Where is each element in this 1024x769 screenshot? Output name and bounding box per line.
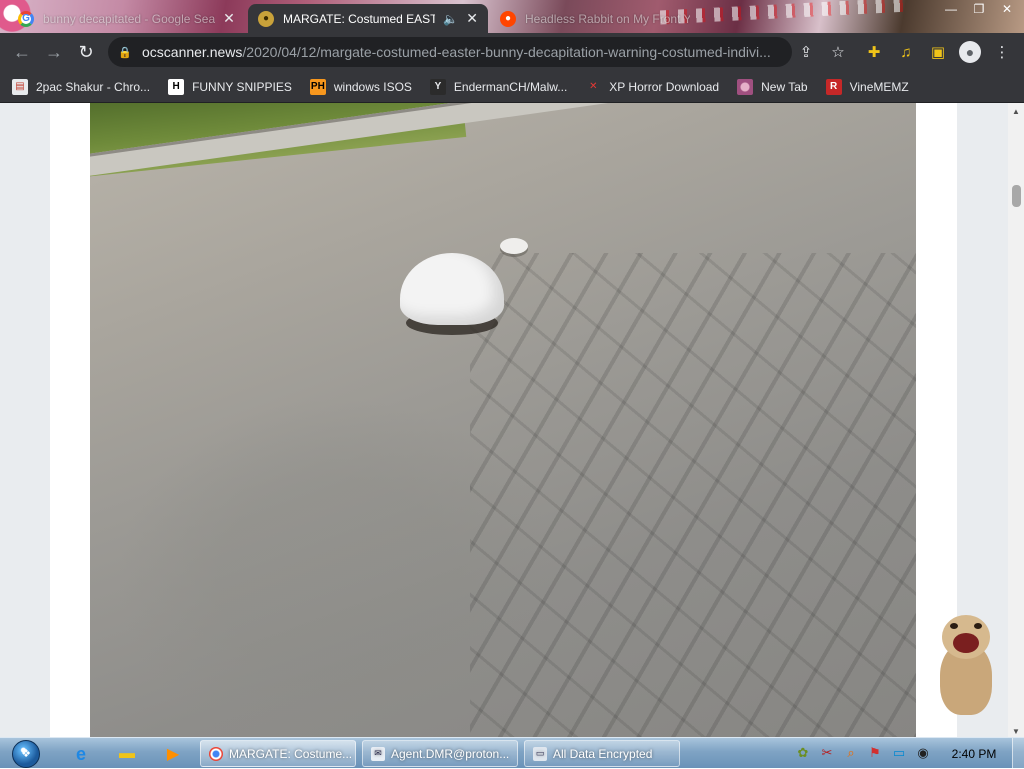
bookmark-label: XP Horror Download [609,79,720,94]
tray-flag-icon[interactable]: ⚑ [864,742,886,764]
bookmark-label: EndermanCH/Malw... [453,79,568,94]
restore-icon[interactable]: ❐ [968,2,990,16]
bookmark-label: 2pac Shakur - Chro... [36,79,151,94]
tab-title: bunny decapitated - Google Sea [43,11,216,26]
bookmark-funny-snippies[interactable]: H FUNNY SNIPPIES [168,78,292,95]
bookmark-label: FUNNY SNIPPIES [192,79,292,94]
bookmark-windows-isos[interactable]: PH windows ISOS [309,78,412,95]
bunny-costume-head [500,238,528,254]
page-viewport [0,103,1008,739]
extensions-puzzle-icon[interactable]: ✚ [858,37,890,67]
taskbar-clock[interactable]: 2:40 PM [944,738,1004,769]
profile-avatar-icon[interactable]: ● [959,41,981,63]
vertical-scrollbar[interactable]: ▲ ▼ [1008,103,1024,739]
share-icon[interactable]: ⇪ [790,37,822,67]
taskbar-button-mail[interactable]: ✉ Agent.DMR@proton... [362,740,518,767]
system-tray: ✿ ✂ ⌕ ⚑ ▭ ◉ [792,742,934,764]
arrow-right-icon: → [45,41,63,62]
h-icon: H [168,78,185,95]
taskbar-label: Agent.DMR@proton... [391,746,510,761]
tab-reddit[interactable]: ● Headless Rabbit on My Front Ya [490,4,700,33]
close-icon[interactable]: ✕ [466,10,478,27]
browser-toolbar: ← → ↻ 🔒 ocscanner.news /2020/04/12/marga… [0,33,1024,71]
bookmark-2pac[interactable]: ▤ 2pac Shakur - Chro... [12,78,151,95]
tray-volume-icon[interactable]: ◉ [912,742,934,764]
windows-logo-icon: ❖ [12,739,40,768]
scroll-up-icon[interactable]: ▲ [1008,103,1024,119]
bookmark-xp-horror[interactable]: ✕ XP Horror Download [585,79,719,95]
media-control-icon[interactable]: ♫ [890,37,922,67]
internet-explorer-icon[interactable]: e [64,742,98,766]
show-desktop-button[interactable] [1012,738,1024,769]
star-icon[interactable]: ☆ [822,37,854,67]
bookmark-label: windows ISOS [333,79,412,94]
media-player-icon[interactable]: ▶ [156,742,190,766]
mail-icon: ✉ [371,746,385,761]
tab-google-search[interactable]: G bunny decapitated - Google Sea ✕ [8,4,248,33]
bookmark-endermanch[interactable]: Y EndermanCH/Malw... [429,78,568,95]
window-icon: ▭ [533,746,547,761]
bookmarks-bar: ▤ 2pac Shakur - Chro... H FUNNY SNIPPIES… [0,71,1024,103]
desktop-pet-hamster[interactable] [928,615,1004,719]
yt-icon: Y [429,78,446,95]
menu-icon[interactable]: ⋮ [986,37,1018,67]
tree-shadow [470,253,916,739]
tray-tools-icon[interactable]: ✂ [816,742,838,764]
reload-icon: ↻ [78,41,94,62]
minimize-icon[interactable]: — [940,2,962,16]
tab-strip: G bunny decapitated - Google Sea ✕ ● MAR… [0,0,1024,33]
explorer-folder-icon[interactable]: ▬ [110,742,144,766]
side-panel-icon[interactable]: ▣ [922,37,954,67]
google-icon: G [18,10,34,27]
tray-search-icon[interactable]: ⌕ [840,742,862,764]
windows-taskbar: ❖ e ▬ ▶ MARGATE: Costume... ✉ Agent.DMR@… [0,737,1024,769]
ph-icon: PH [309,78,326,95]
arrow-left-icon: ← [13,41,31,62]
newtab-icon [737,78,754,95]
taskbar-label: All Data Encrypted [553,746,653,761]
back-button[interactable]: ← [6,36,38,68]
2pac-icon: ▤ [12,78,28,95]
speaker-icon[interactable]: 🔈 [443,12,458,26]
chrome-icon [209,746,223,761]
taskbar-button-chrome[interactable]: MARGATE: Costume... [200,740,356,767]
bookmark-vinememz[interactable]: R VineMEMZ [825,78,909,95]
reload-button[interactable]: ↻ [70,36,102,68]
ocscanner-icon: ● [258,10,274,27]
bookmark-label: New Tab [761,79,808,94]
article-photo [90,103,916,739]
taskbar-label: MARGATE: Costume... [229,746,353,761]
bookmark-label: VineMEMZ [849,79,909,94]
tray-app-icon[interactable]: ✿ [792,742,814,764]
tab-margate[interactable]: ● MARGATE: Costumed EASTE 🔈 ✕ [248,4,488,33]
window-controls: — ❐ ✕ [940,2,1018,16]
url-host: ocscanner.news [142,44,243,60]
lock-icon[interactable]: 🔒 [118,45,132,59]
bookmark-new-tab[interactable]: New Tab [737,78,808,95]
reddit-icon: ● [500,10,516,27]
close-icon[interactable]: ✕ [223,10,235,27]
tab-title: Headless Rabbit on My Front Ya [525,11,690,26]
start-button[interactable]: ❖ [6,738,46,769]
tray-monitor-icon[interactable]: ▭ [888,742,910,764]
close-window-icon[interactable]: ✕ [996,2,1018,16]
taskbar-button-encrypted[interactable]: ▭ All Data Encrypted [524,740,680,767]
scrollbar-thumb[interactable] [1012,185,1021,207]
tab-title: MARGATE: Costumed EASTE [283,11,436,26]
url-path: /2020/04/12/margate-costumed-easter-bunn… [242,44,771,60]
x-icon: ✕ [589,81,598,92]
page-margin-left [0,103,50,739]
forward-button[interactable]: → [38,36,70,68]
address-bar[interactable]: 🔒 ocscanner.news /2020/04/12/margate-cos… [108,37,792,67]
vine-icon: R [825,78,842,95]
